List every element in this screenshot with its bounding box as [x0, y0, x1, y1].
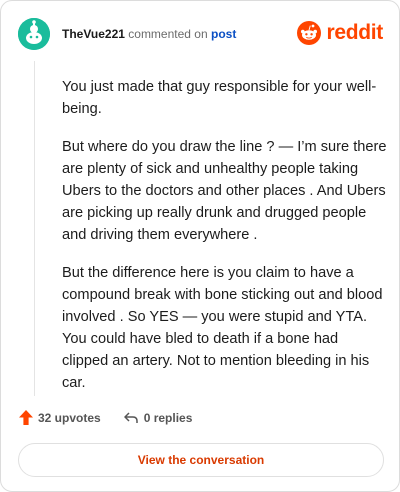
- view-conversation-label: View the conversation: [137, 453, 265, 467]
- snoo-avatar-icon: [18, 18, 50, 50]
- comment-body: You just made that guy responsible for y…: [62, 76, 387, 410]
- upvote-count: 32 upvotes: [38, 410, 101, 425]
- comment-paragraph: But where do you draw the line ? — I’m s…: [62, 139, 387, 243]
- comment-header: TheVue221 commented on post reddit: [18, 17, 383, 51]
- comment-card: TheVue221 commented on post reddit You j…: [0, 0, 400, 492]
- comment-paragraph: But the difference here is you claim to …: [62, 265, 383, 391]
- comment-byline: TheVue221 commented on post: [62, 27, 236, 41]
- comment-paragraph: You just made that guy responsible for y…: [62, 79, 377, 117]
- author-name[interactable]: TheVue221: [62, 27, 125, 41]
- reddit-logo[interactable]: reddit: [297, 21, 383, 45]
- reply-arrow-icon: [123, 411, 138, 423]
- reply-count: 0 replies: [143, 410, 193, 425]
- post-link[interactable]: post: [211, 27, 236, 41]
- upvote-button[interactable]: 32 upvotes: [19, 410, 101, 425]
- comment-actions: 32 upvotes 0 replies: [19, 410, 192, 425]
- user-avatar[interactable]: [18, 18, 50, 50]
- upvote-arrow-icon: [19, 410, 33, 425]
- reply-button[interactable]: 0 replies: [123, 410, 193, 425]
- reddit-snoo-icon: [297, 21, 322, 45]
- brand-name: reddit: [326, 21, 383, 44]
- thread-line: [34, 61, 35, 396]
- action-text: commented on: [128, 27, 208, 41]
- view-conversation-button[interactable]: View the conversation: [18, 443, 384, 477]
